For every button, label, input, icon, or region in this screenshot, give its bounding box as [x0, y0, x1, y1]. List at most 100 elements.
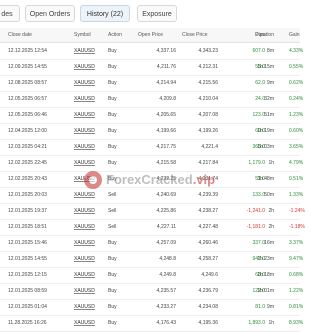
header-gain[interactable]: Gain	[289, 28, 309, 42]
gain-cell: 0.60%	[289, 128, 304, 134]
symbol-link[interactable]: XAUUSD	[74, 315, 104, 331]
close-date-cell: 12.01.2025 20:03	[8, 192, 47, 198]
symbol-link[interactable]: XAUUSD	[74, 43, 104, 59]
symbol-link[interactable]: XAUUSD	[74, 59, 104, 75]
header-symbol[interactable]: Symbol	[74, 28, 104, 42]
duration-cell: 1h	[268, 320, 274, 326]
close-date-cell: 12.01.2025 08:59	[8, 288, 47, 294]
tab-open-orders[interactable]: Open Orders	[25, 5, 75, 22]
symbol-link[interactable]: XAUUSD	[74, 283, 104, 299]
table-row[interactable]: 11.28.2025 16:26 XAUUSD Buy 4,176.43 4,195.3…	[0, 315, 303, 332]
action-cell: Buy	[108, 112, 117, 118]
duration-cell: 32m	[264, 96, 274, 102]
duration-cell: 1h 18m	[257, 272, 274, 278]
table-row[interactable]: 12.01.2025 19:37 XAUUSD Sell 4,225.86 4,238.…	[0, 203, 305, 220]
header-duration[interactable]: Duration	[250, 28, 274, 42]
open-price-cell: 4,240.69	[156, 192, 176, 198]
close-price-cell: 4,236.79	[198, 288, 218, 294]
table-row[interactable]: 12.01.2025 15:46 XAUUSD Buy 4,257.09 4,260.4…	[0, 235, 303, 252]
gain-cell: 8.93%	[289, 320, 304, 326]
table-row[interactable]: 12.01.2025 18:51 XAUUSD Sell 4,227.11 4,227.…	[0, 219, 305, 236]
symbol-link[interactable]: XAUUSD	[74, 91, 104, 107]
duration-cell: 9m	[267, 304, 274, 310]
close-price-cell: 4,215.56	[198, 80, 218, 86]
header-close-price[interactable]: Close Price	[178, 28, 218, 42]
header-open-price[interactable]: Open Price	[134, 28, 176, 42]
symbol-link[interactable]: XAUUSD	[74, 171, 104, 187]
close-date-cell: 12.03.2025 04:21	[8, 144, 47, 150]
gain-cell: 0.24%	[289, 96, 304, 102]
symbol-link[interactable]: XAUUSD	[74, 219, 104, 235]
tab-trades[interactable]: des	[0, 5, 20, 22]
open-price-cell: 4,225.86	[156, 208, 176, 214]
close-date-cell: 12.01.2025 19:37	[8, 208, 47, 214]
table-header: Close date Symbol Action Open Price Clos…	[0, 28, 300, 43]
tab-exposure[interactable]: Exposure	[137, 5, 177, 22]
close-price-cell: 4,195.36	[198, 320, 218, 326]
symbol-link[interactable]: XAUUSD	[74, 299, 104, 315]
gain-cell: 4.79%	[289, 160, 304, 166]
gain-cell: 0.68%	[289, 272, 304, 278]
table-row[interactable]: 12.05.2025 06:57 XAUUSD Buy 4,209.8 4,210.04…	[0, 91, 303, 108]
table-row[interactable]: 12.01.2025 14:55 XAUUSD Buy 4,248.8 4,258.27…	[0, 251, 303, 268]
action-cell: Buy	[108, 64, 117, 70]
symbol-link[interactable]: XAUUSD	[74, 139, 104, 155]
gain-cell: -1.24%	[289, 208, 305, 214]
table-row[interactable]: 12.08.2025 08:57 XAUUSD Buy 4,214.94 4,215.5…	[0, 75, 303, 92]
close-date-cell: 12.04.2025 12:00	[8, 128, 47, 134]
duration-cell: 1h	[268, 160, 274, 166]
close-price-cell: 4,238.27	[198, 208, 218, 214]
close-price-cell: 4,199.26	[198, 128, 218, 134]
open-price-cell: 4,232.25	[156, 176, 176, 182]
table-row[interactable]: 12.12.2025 12:54 XAUUSD Buy 4,337.16 4,343.2…	[0, 43, 303, 60]
symbol-link[interactable]: XAUUSD	[74, 187, 104, 203]
symbol-link[interactable]: XAUUSD	[74, 123, 104, 139]
duration-cell: 1h 23m	[257, 256, 274, 262]
close-date-cell: 12.02.2025 20:43	[8, 176, 47, 182]
close-date-cell: 12.01.2025 14:55	[8, 256, 47, 262]
open-price-cell: 4,227.11	[156, 224, 176, 230]
action-cell: Buy	[108, 128, 117, 134]
symbol-link[interactable]: XAUUSD	[74, 235, 104, 251]
close-date-cell: 12.02.2025 22:45	[8, 160, 47, 166]
header-action[interactable]: Action	[108, 28, 130, 42]
table-row[interactable]: 12.02.2025 20:43 XAUUSD Buy 4,232.25 4,231.7…	[0, 171, 303, 188]
symbol-link[interactable]: XAUUSD	[74, 203, 104, 219]
close-price-cell: 4,249.6	[201, 272, 218, 278]
symbol-link[interactable]: XAUUSD	[74, 107, 104, 123]
symbol-link[interactable]: XAUUSD	[74, 251, 104, 267]
history-tabs: des Open Orders History (22) Exposure	[0, 0, 300, 29]
duration-cell: 1h 19m	[257, 128, 274, 134]
action-cell: Buy	[108, 288, 117, 294]
duration-cell: 9m	[267, 80, 274, 86]
table-row[interactable]: 12.01.2025 01:04 XAUUSD Buy 4,233.27 4,234.0…	[0, 299, 303, 316]
action-cell: Buy	[108, 144, 117, 150]
action-cell: Buy	[108, 48, 117, 54]
close-date-cell: 11.28.2025 16:26	[8, 320, 47, 326]
tab-history[interactable]: History (22)	[80, 5, 130, 22]
table-row[interactable]: 12.09.2025 14:55 XAUUSD Buy 4,211.76 4,212.3…	[0, 59, 303, 76]
duration-cell: 16m	[264, 240, 274, 246]
table-row[interactable]: 12.01.2025 20:03 XAUUSD Sell 4,240.69 4,239.…	[0, 187, 303, 204]
table-row[interactable]: 12.03.2025 04:21 XAUUSD Buy 4,217.75 4,221.4…	[0, 139, 303, 156]
table-row[interactable]: 12.04.2025 12:00 XAUUSD Buy 4,199.66 4,199.2…	[0, 123, 303, 140]
header-close-date[interactable]: Close date	[8, 28, 66, 42]
open-price-cell: 4,217.75	[156, 144, 176, 150]
gain-cell: 3.37%	[289, 240, 304, 246]
open-price-cell: 4,249.8	[159, 272, 176, 278]
action-cell: Buy	[108, 240, 117, 246]
symbol-link[interactable]: XAUUSD	[74, 267, 104, 283]
open-price-cell: 4,211.76	[156, 64, 176, 70]
close-price-cell: 4,258.27	[198, 256, 218, 262]
table-row[interactable]: 12.01.2025 12:15 XAUUSD Buy 4,249.8 4,249.6 6…	[0, 267, 303, 284]
close-date-cell: 12.09.2025 14:55	[8, 64, 47, 70]
close-price-cell: 4,227.48	[198, 224, 218, 230]
symbol-link[interactable]: XAUUSD	[74, 155, 104, 171]
open-price-cell: 4,248.8	[159, 256, 176, 262]
symbol-link[interactable]: XAUUSD	[74, 75, 104, 91]
gain-cell: 1.22%	[289, 288, 304, 294]
table-row[interactable]: 12.01.2025 08:59 XAUUSD Buy 4,235.57 4,236.7…	[0, 283, 303, 300]
action-cell: Buy	[108, 160, 117, 166]
table-row[interactable]: 12.02.2025 22:45 XAUUSD Buy 4,215.58 4,217.8…	[0, 155, 303, 172]
table-row[interactable]: 12.05.2025 06:46 XAUUSD Buy 4,205.65 4,207.0…	[0, 107, 303, 124]
